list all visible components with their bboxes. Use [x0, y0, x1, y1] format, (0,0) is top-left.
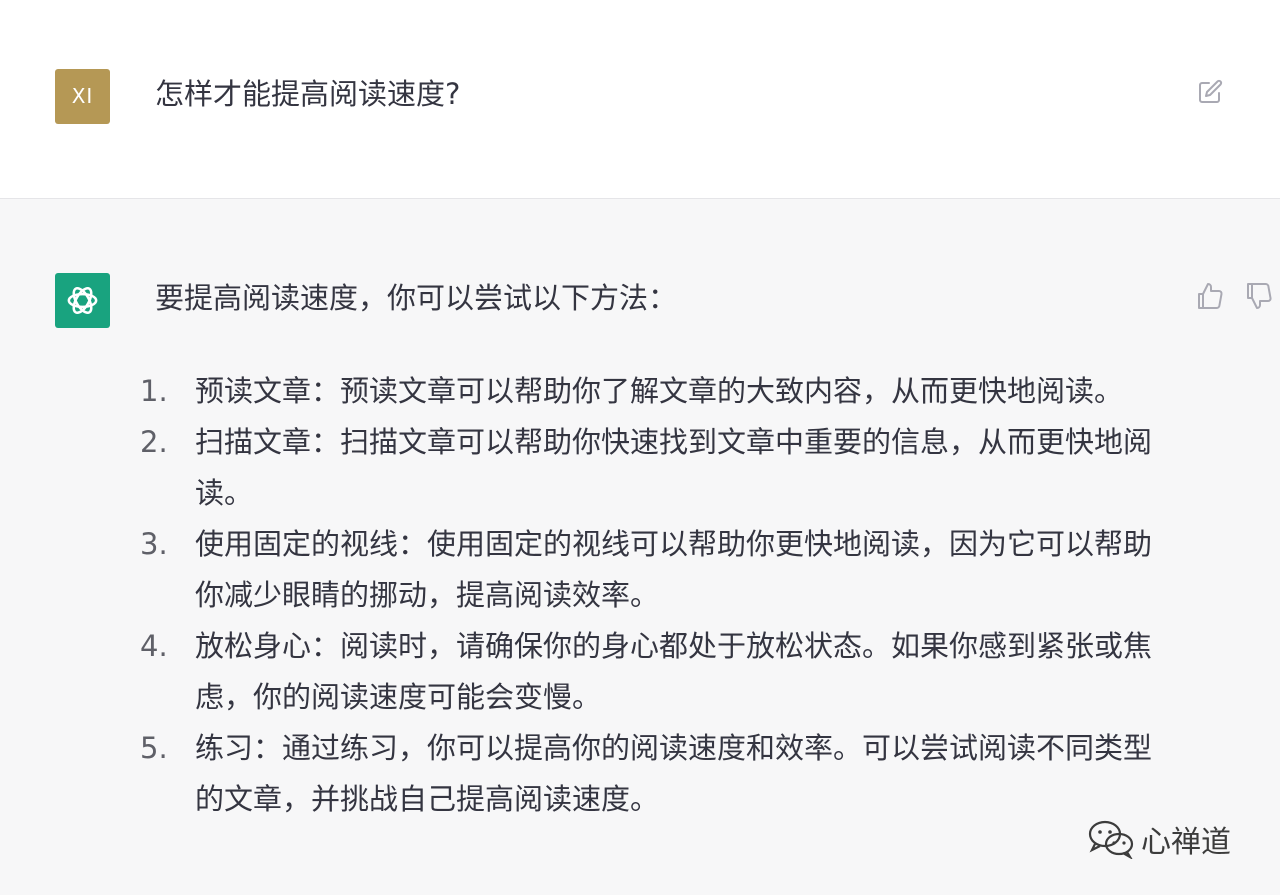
assistant-intro: 要提高阅读速度，你可以尝试以下方法： — [155, 281, 678, 315]
list-item-text: 练习：通过练习，你可以提高你的阅读速度和效率。可以尝试阅读不同类型的文章，并挑战… — [195, 731, 1153, 816]
list-item-text: 使用固定的视线：使用固定的视线可以帮助你更快地阅读，因为它可以帮助你减少眼睛的挪… — [195, 527, 1153, 612]
list-item-text: 放松身心：阅读时，请确保你的身心都处于放松状态。如果你感到紧张或焦虑，你的阅读速… — [195, 629, 1153, 714]
thumbs-up-icon — [1198, 283, 1223, 309]
answer-list: 1. 预读文章：预读文章可以帮助你了解文章的大致内容，从而更快地阅读。 2. 扫… — [140, 366, 1160, 825]
user-avatar-initials: XI — [71, 84, 94, 108]
list-item: 3. 使用固定的视线：使用固定的视线可以帮助你更快地阅读，因为它可以帮助你减少眼… — [140, 519, 1160, 621]
edit-message-button[interactable] — [1194, 76, 1226, 108]
list-item-number: 5. — [140, 731, 168, 765]
list-item-text: 扫描文章：扫描文章可以帮助你快速找到文章中重要的信息，从而更快地阅读。 — [195, 425, 1153, 510]
wechat-icon — [1088, 820, 1134, 859]
user-avatar: XI — [55, 69, 110, 124]
list-item: 5. 练习：通过练习，你可以提高你的阅读速度和效率。可以尝试阅读不同类型的文章，… — [140, 723, 1160, 825]
edit-icon — [1199, 79, 1223, 103]
assistant-avatar — [55, 273, 110, 328]
user-question: 怎样才能提高阅读速度? — [155, 77, 461, 111]
list-item: 2. 扫描文章：扫描文章可以帮助你快速找到文章中重要的信息，从而更快地阅读。 — [140, 417, 1160, 519]
list-item: 1. 预读文章：预读文章可以帮助你了解文章的大致内容，从而更快地阅读。 — [140, 366, 1160, 417]
watermark: 心禅道 — [1087, 817, 1231, 861]
thumbs-down-button[interactable] — [1244, 281, 1274, 311]
list-item-number: 3. — [140, 527, 168, 561]
thumbs-up-button[interactable] — [1195, 281, 1225, 311]
watermark-text: 心禅道 — [1141, 825, 1231, 860]
openai-logo-icon — [67, 286, 98, 315]
thumbs-down-icon — [1247, 283, 1272, 309]
list-item-number: 2. — [140, 425, 168, 459]
list-item-text: 预读文章：预读文章可以帮助你了解文章的大致内容，从而更快地阅读。 — [195, 374, 1124, 408]
list-item: 4. 放松身心：阅读时，请确保你的身心都处于放松状态。如果你感到紧张或焦虑，你的… — [140, 621, 1160, 723]
user-message-row: XI 怎样才能提高阅读速度? — [0, 0, 1280, 199]
list-item-number: 4. — [140, 629, 168, 663]
list-item-number: 1. — [140, 374, 168, 408]
